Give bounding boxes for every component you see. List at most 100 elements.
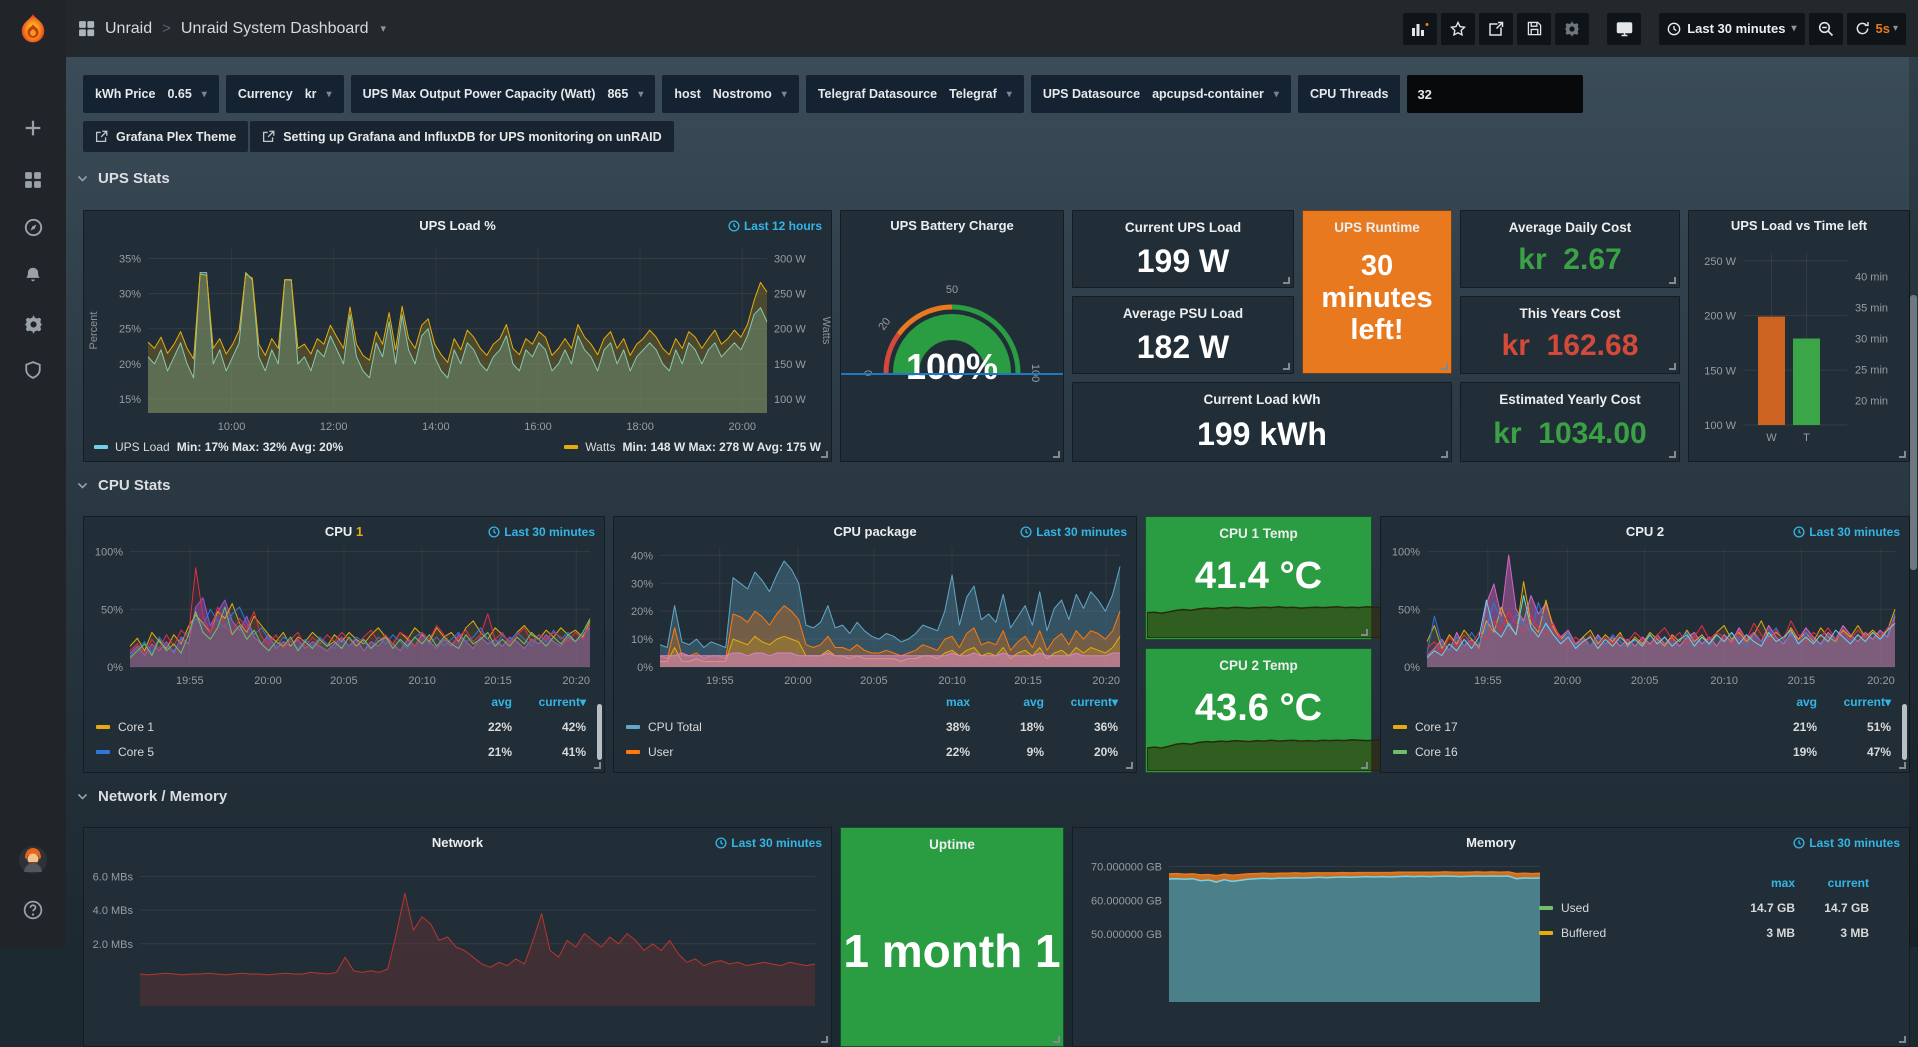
legend-value: 42% bbox=[512, 720, 586, 734]
svg-text:50%: 50% bbox=[101, 604, 123, 616]
star-button[interactable] bbox=[1441, 13, 1475, 45]
stat-title[interactable]: Average PSU Load bbox=[1073, 306, 1293, 321]
panel-current-load-kwh: Current Load kWh 199 kWh bbox=[1072, 382, 1452, 462]
legend-series-label[interactable]: Buffered bbox=[1561, 926, 1606, 940]
panel-time-range[interactable]: Last 30 minutes bbox=[1793, 525, 1900, 539]
alerting-bell-icon[interactable] bbox=[0, 255, 66, 295]
stat-title[interactable]: Average Daily Cost bbox=[1461, 220, 1679, 235]
time-range-picker[interactable]: Last 30 minutes ▾ bbox=[1659, 13, 1804, 45]
dashboard-settings-button[interactable] bbox=[1555, 13, 1589, 45]
legend-series-label[interactable]: Core 1 bbox=[118, 720, 154, 734]
section-cpu-stats[interactable]: CPU Stats bbox=[76, 477, 171, 494]
save-button[interactable] bbox=[1517, 13, 1551, 45]
variable-telegraf-datasource[interactable]: Telegraf DatasourceTelegraf▾ bbox=[806, 75, 1024, 113]
add-panel-button[interactable] bbox=[1403, 13, 1437, 45]
legend-header-current[interactable]: current▾ bbox=[1817, 695, 1891, 709]
svg-text:20%: 20% bbox=[119, 359, 141, 371]
panel-time-range[interactable]: Last 30 minutes bbox=[1020, 525, 1127, 539]
dashboard-link-setting-up-grafana-and-influxdb-for-ups-monitoring-on-unraid[interactable]: Setting up Grafana and InfluxDB for UPS … bbox=[250, 121, 673, 152]
panel-time-range[interactable]: Last 30 minutes bbox=[1793, 836, 1900, 850]
memory-chart[interactable]: 50.000000 GB60.000000 GB70.000000 GB bbox=[1073, 828, 1550, 1046]
variable-ups-max-output-power-capacity-watt[interactable]: UPS Max Output Power Capacity (Watt)865▾ bbox=[351, 75, 656, 113]
network-chart[interactable]: 2.0 MBs4.0 MBs6.0 MBs bbox=[84, 828, 831, 1046]
refresh-button[interactable]: 5s ▾ bbox=[1847, 13, 1907, 45]
legend-header-current[interactable]: current bbox=[1795, 876, 1869, 890]
legend-header-max[interactable]: max bbox=[896, 695, 970, 709]
share-button[interactable] bbox=[1479, 13, 1513, 45]
legend-color-swatch bbox=[564, 445, 578, 449]
legend-row-core-1: Core 122%42% bbox=[96, 714, 586, 739]
panel-ups-runtime: UPS Runtime 30 minutes left! bbox=[1302, 210, 1452, 374]
stat-title[interactable]: Current UPS Load bbox=[1073, 220, 1293, 235]
variable-ups-datasource[interactable]: UPS Datasourceapcupsd-container▾ bbox=[1031, 75, 1291, 113]
svg-text:10:00: 10:00 bbox=[218, 421, 246, 433]
user-avatar[interactable] bbox=[0, 840, 66, 880]
panel-title[interactable]: UPS Battery Charge bbox=[841, 218, 1063, 233]
server-admin-shield-icon[interactable] bbox=[0, 350, 66, 390]
legend-header-avg[interactable]: avg bbox=[1743, 695, 1817, 709]
apps-grid-icon[interactable] bbox=[78, 20, 95, 37]
external-link-icon bbox=[262, 130, 275, 143]
configuration-gear-icon[interactable] bbox=[0, 304, 66, 344]
legend-series-label[interactable]: Core 17 bbox=[1415, 720, 1458, 734]
ups-load-vs-time-chart[interactable]: 100 W150 W200 W250 W20 min25 min30 min35… bbox=[1689, 211, 1909, 461]
ups-load-chart[interactable]: 15%100 W20%150 W25%200 W30%250 W35%300 W… bbox=[84, 211, 831, 461]
panel-title[interactable]: UPS Load vs Time left bbox=[1689, 218, 1909, 233]
section-network-memory[interactable]: Network / Memory bbox=[76, 788, 227, 805]
panel-time-range[interactable]: Last 30 minutes bbox=[715, 836, 822, 850]
dashboard-link-grafana-plex-theme[interactable]: Grafana Plex Theme bbox=[83, 121, 248, 152]
legend-header-max[interactable]: max bbox=[1721, 876, 1795, 890]
panel-title[interactable]: Memory bbox=[1073, 835, 1909, 850]
stat-title[interactable]: This Years Cost bbox=[1461, 306, 1679, 321]
legend-color-swatch bbox=[94, 445, 108, 449]
explore-compass-icon[interactable] bbox=[0, 207, 66, 247]
zoom-out-button[interactable] bbox=[1809, 13, 1843, 45]
stat-title[interactable]: Uptime bbox=[841, 837, 1063, 852]
dashboards-icon[interactable] bbox=[0, 160, 66, 200]
section-ups-stats[interactable]: UPS Stats bbox=[76, 170, 170, 187]
variable-currency[interactable]: Currencykr▾ bbox=[226, 75, 344, 113]
panel-time-range[interactable]: Last 30 minutes bbox=[488, 525, 595, 539]
legend-header-current[interactable]: current▾ bbox=[512, 695, 586, 709]
stat-title[interactable]: UPS Runtime bbox=[1303, 220, 1451, 235]
stat-title[interactable]: Current Load kWh bbox=[1073, 392, 1451, 407]
variable-kwh-price[interactable]: kWh Price0.65▾ bbox=[83, 75, 219, 113]
legend-series-label[interactable]: User bbox=[648, 745, 673, 759]
create-icon[interactable] bbox=[0, 108, 66, 148]
panel-title[interactable]: UPS Load % bbox=[84, 218, 831, 233]
legend-header-current[interactable]: current▾ bbox=[1044, 695, 1118, 709]
stat-title[interactable]: CPU 1 Temp bbox=[1146, 526, 1371, 541]
legend-header-avg[interactable]: avg bbox=[970, 695, 1044, 709]
svg-text:70.000000 GB: 70.000000 GB bbox=[1091, 861, 1162, 873]
legend-scrollbar[interactable] bbox=[1902, 704, 1907, 760]
legend-item-watts[interactable]: WattsMin: 148 W Max: 278 W Avg: 175 W bbox=[564, 440, 821, 454]
dashboard-dropdown-caret[interactable]: ▾ bbox=[381, 22, 387, 35]
stat-title[interactable]: Estimated Yearly Cost bbox=[1461, 392, 1679, 407]
help-icon[interactable] bbox=[0, 890, 66, 930]
stat-title[interactable]: CPU 2 Temp bbox=[1146, 658, 1371, 673]
breadcrumb-root[interactable]: Unraid bbox=[105, 20, 152, 38]
legend-series-label[interactable]: Used bbox=[1561, 901, 1589, 915]
legend-header-avg[interactable]: avg bbox=[438, 695, 512, 709]
legend-series-label[interactable]: CPU Total bbox=[648, 720, 702, 734]
clock-icon bbox=[715, 837, 727, 849]
variable-input-cpu-threads[interactable]: 32 bbox=[1407, 75, 1583, 113]
legend-series-label[interactable]: Core 5 bbox=[118, 745, 154, 759]
variable-host[interactable]: hostNostromo▾ bbox=[662, 75, 798, 113]
scrollbar-thumb[interactable] bbox=[1910, 295, 1917, 570]
page-scrollbar[interactable] bbox=[1909, 57, 1918, 947]
legend-value: 20% bbox=[1044, 745, 1118, 759]
cycle-view-mode-button[interactable] bbox=[1607, 13, 1641, 45]
legend-series-label[interactable]: Core 16 bbox=[1415, 745, 1458, 759]
dashboard-title[interactable]: Unraid System Dashboard bbox=[181, 20, 369, 38]
battery-charge-gauge[interactable]: 02050100100% bbox=[841, 211, 1063, 461]
panel-time-range[interactable]: Last 12 hours bbox=[728, 219, 822, 233]
time-range-label: Last 30 minutes bbox=[1687, 21, 1785, 36]
legend-scrollbar[interactable] bbox=[597, 704, 602, 760]
legend-item-ups-load[interactable]: UPS LoadMin: 17% Max: 32% Avg: 20% bbox=[94, 440, 343, 454]
panel-cpu1-temp: CPU 1 Temp 41.4 °C bbox=[1145, 516, 1372, 640]
dashboard-content: kWh Price0.65▾Currencykr▾UPS Max Output … bbox=[66, 57, 1918, 947]
legend-row-cpu-total: CPU Total38%18%36% bbox=[626, 714, 1118, 739]
grafana-logo-icon[interactable] bbox=[0, 8, 66, 52]
breadcrumb: Unraid > Unraid System Dashboard ▾ bbox=[78, 20, 386, 38]
